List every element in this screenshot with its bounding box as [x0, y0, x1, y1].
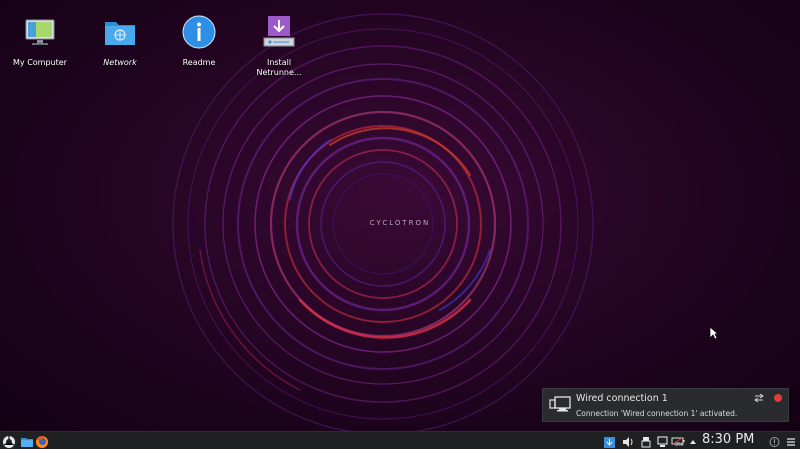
tray-network-button[interactable] — [656, 434, 668, 448]
firefox-button[interactable] — [35, 434, 49, 448]
app-launcher-button[interactable] — [2, 434, 16, 448]
folder-icon — [21, 438, 33, 447]
network-wired-icon — [549, 396, 571, 412]
tray-device-button[interactable] — [641, 434, 651, 448]
mouse-cursor-icon — [709, 326, 719, 340]
desktop-icon-readme[interactable]: Readme — [159, 10, 239, 68]
tray-volume-button[interactable] — [622, 434, 634, 448]
tray-updates-button[interactable] — [604, 434, 615, 448]
clock[interactable]: 8:30 PM — [702, 432, 754, 447]
desktop-icon-label: Network — [103, 58, 137, 67]
info-icon — [181, 14, 217, 50]
tray-notifications-button[interactable] — [769, 434, 780, 448]
notification-settings-icon[interactable] — [754, 393, 764, 403]
tray-expand-button[interactable] — [688, 434, 698, 448]
install-label-line2: Netrunne... — [256, 68, 302, 77]
notification-title: Wired connection 1 — [576, 393, 668, 404]
chevron-up-icon — [690, 440, 696, 444]
desktop[interactable]: CYCLOTRON My Computer Network Readme Ins… — [0, 0, 800, 431]
usb-device-icon — [641, 437, 651, 448]
install-icon — [261, 14, 297, 50]
computer-icon — [22, 14, 58, 50]
desktop-icon-network[interactable]: Network — [80, 10, 160, 68]
notifications-icon — [769, 437, 780, 447]
notification-close-button[interactable] — [774, 394, 782, 402]
notification-popup[interactable]: Wired connection 1 Connection 'Wired con… — [542, 388, 789, 422]
notification-body: Connection 'Wired connection 1' activate… — [576, 409, 738, 418]
taskbar: 3% — [0, 431, 800, 449]
firefox-icon — [36, 436, 48, 448]
panel-menu-button[interactable] — [785, 434, 797, 448]
install-label-line1: Install — [266, 58, 292, 67]
hamburger-menu-icon — [787, 438, 795, 446]
desktop-icon-install[interactable]: Install Netrunne... — [239, 10, 319, 78]
volume-icon — [623, 437, 633, 447]
network-wired-icon — [657, 436, 668, 447]
desktop-icon-label: Install Netrunne... — [239, 58, 319, 78]
file-manager-button[interactable] — [20, 434, 34, 448]
updates-icon — [604, 437, 615, 448]
network-folder-icon — [102, 14, 138, 50]
wallpaper-text: CYCLOTRON — [369, 219, 431, 227]
desktop-icon-label: Readme — [182, 58, 216, 67]
app-launcher-icon — [3, 436, 15, 448]
desktop-icon-my-computer[interactable]: My Computer — [0, 10, 80, 68]
tray-battery-button[interactable]: 3% — [671, 434, 685, 448]
battery-percent: 3% — [675, 442, 683, 448]
desktop-icon-label: My Computer — [13, 58, 67, 67]
